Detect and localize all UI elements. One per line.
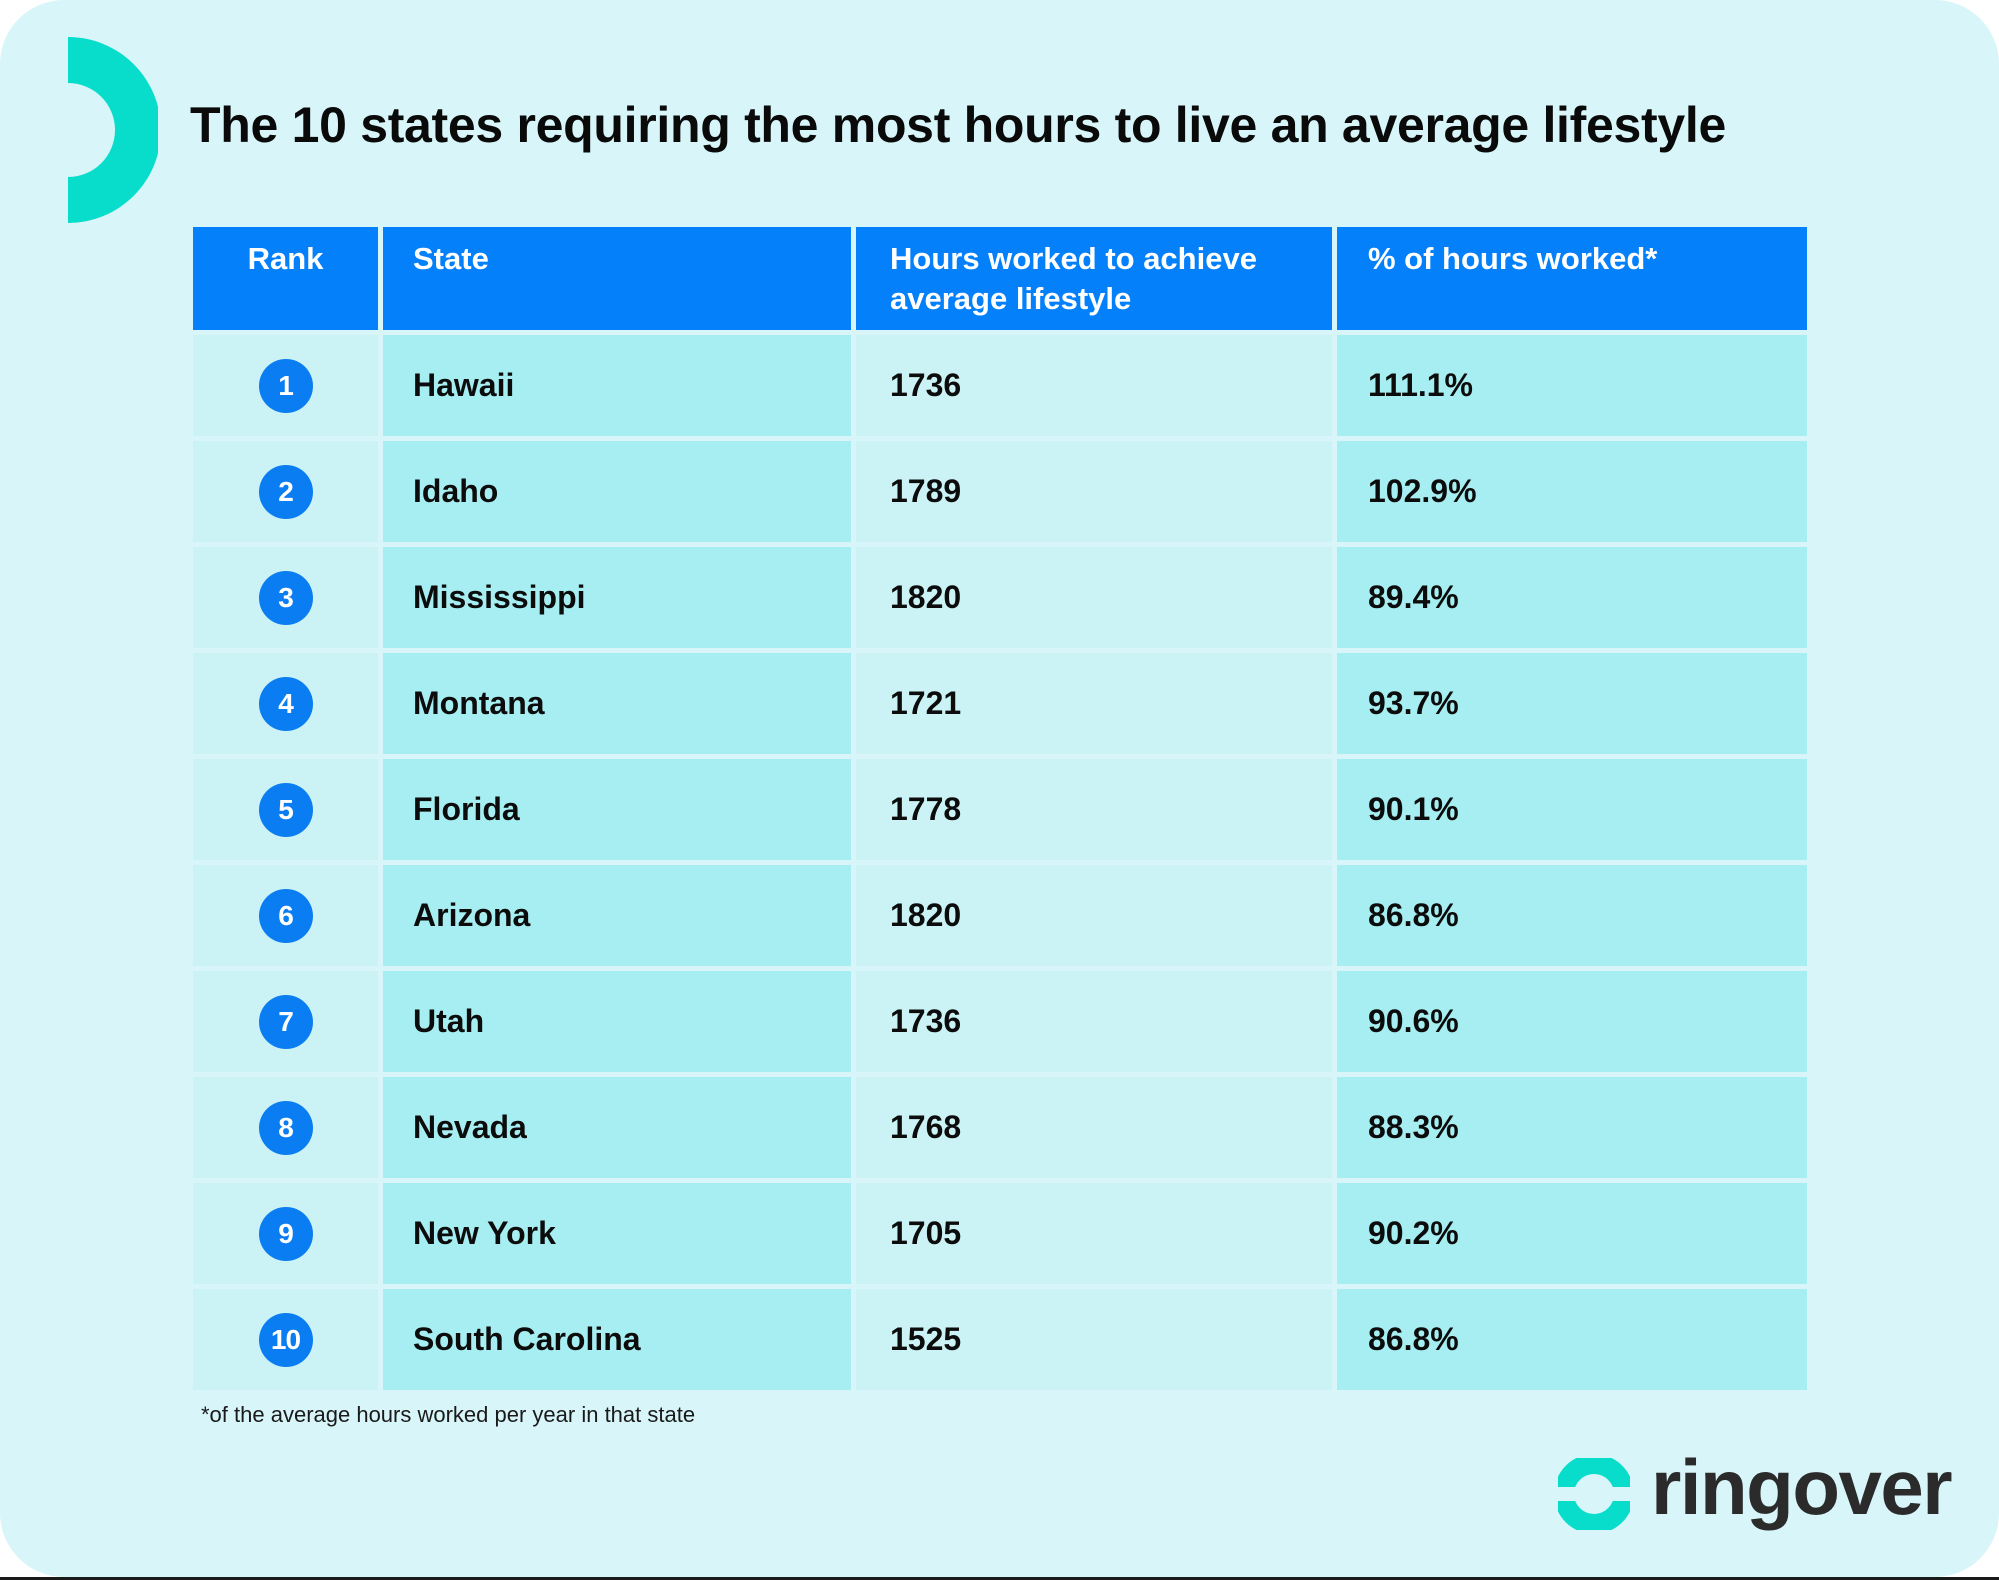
rank-cell: 5 [193,759,378,860]
hours-cell: 1820 [856,547,1332,648]
rank-badge: 10 [258,1312,313,1367]
rank-cell: 1 [193,335,378,436]
pct-cell: 90.6% [1337,971,1807,1072]
pct-cell: 93.7% [1337,653,1807,754]
rank-badge: 8 [258,1100,313,1155]
hours-cell: 1721 [856,653,1332,754]
title-prefix: The 10 states requiring the [190,97,832,153]
hours-cell: 1736 [856,335,1332,436]
state-cell: New York [383,1183,851,1284]
pct-cell: 86.8% [1337,1289,1807,1390]
state-cell: Arizona [383,865,851,966]
rank-cell: 4 [193,653,378,754]
rank-cell: 3 [193,547,378,648]
state-cell: Mississippi [383,547,851,648]
state-cell: Hawaii [383,335,851,436]
title-suffix: hours to live an average lifestyle [950,97,1727,153]
header-hours: Hours worked to achieve average lifestyl… [856,227,1332,330]
rank-badge: 3 [258,570,313,625]
pct-cell: 111.1% [1337,335,1807,436]
hours-cell: 1778 [856,759,1332,860]
rank-cell: 7 [193,971,378,1072]
ringover-logo: ringover [1550,1443,1953,1540]
hours-cell: 1736 [856,971,1332,1072]
rank-cell: 2 [193,441,378,542]
hours-cell: 1820 [856,865,1332,966]
state-cell: Florida [383,759,851,860]
rank-cell: 6 [193,865,378,966]
teal-half-ring-icon [68,37,158,223]
ringover-wordmark: ringover [1651,1443,1953,1531]
pct-cell: 89.4% [1337,547,1807,648]
state-cell: South Carolina [383,1289,851,1390]
pct-cell: 86.8% [1337,865,1807,966]
rank-badge: 6 [258,888,313,943]
rank-cell: 9 [193,1183,378,1284]
state-cell: Idaho [383,441,851,542]
ringover-ring-logo-icon [1554,1454,1634,1534]
rank-badge: 9 [258,1206,313,1261]
page-title: The 10 states requiring the most hours t… [190,96,1726,154]
hours-cell: 1768 [856,1077,1332,1178]
pct-cell: 90.1% [1337,759,1807,860]
pct-cell: 88.3% [1337,1077,1807,1178]
rank-badge: 7 [258,994,313,1049]
state-cell: Montana [383,653,851,754]
pct-cell: 90.2% [1337,1183,1807,1284]
pct-cell: 102.9% [1337,441,1807,542]
rank-badge: 5 [258,782,313,837]
rank-badge: 2 [258,464,313,519]
state-cell: Utah [383,971,851,1072]
hours-cell: 1705 [856,1183,1332,1284]
rank-badge: 1 [258,358,313,413]
header-pct: % of hours worked* [1337,227,1807,330]
title-emphasis: most [831,97,951,153]
state-cell: Nevada [383,1077,851,1178]
hours-cell: 1789 [856,441,1332,542]
footnote: *of the average hours worked per year in… [201,1402,696,1427]
header-rank: Rank [193,227,378,330]
rank-cell: 8 [193,1077,378,1178]
hours-cell: 1525 [856,1289,1332,1390]
header-state: State [383,227,851,330]
rank-cell: 10 [193,1289,378,1390]
rank-badge: 4 [258,676,313,731]
